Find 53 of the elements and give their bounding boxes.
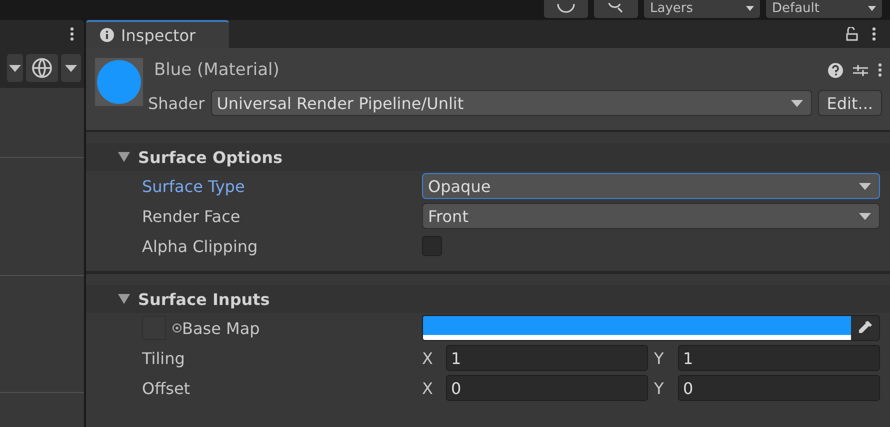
help-icon[interactable] [828, 62, 843, 78]
axis-label: X [422, 378, 434, 398]
expanded-triangle-icon[interactable] [118, 293, 130, 305]
caret-icon [790, 100, 803, 106]
section-title: Surface Inputs [138, 290, 270, 308]
number-field[interactable]: 0 [678, 375, 880, 401]
lock-icon[interactable] [846, 27, 858, 41]
toolbar-dropdown[interactable]: Default [766, 0, 882, 18]
axis-label: Y [654, 378, 665, 398]
shader-dropdown[interactable]: Universal Render Pipeline/Unlit [210, 90, 812, 116]
axis-label: X [422, 348, 434, 368]
target-icon[interactable] [172, 323, 182, 333]
inspector-tab[interactable]: Inspector [86, 20, 229, 48]
gizmo-button[interactable] [26, 54, 58, 82]
dropdown-button[interactable] [7, 54, 23, 82]
search-icon [607, 3, 625, 15]
caret-icon [859, 212, 871, 220]
caret-icon [859, 182, 871, 190]
number-field[interactable]: 1 [678, 345, 880, 371]
section-header[interactable]: Surface Inputs [86, 285, 890, 313]
caret-icon [746, 6, 754, 12]
checkbox[interactable] [422, 236, 442, 256]
property-dropdown[interactable]: Front [422, 203, 880, 229]
number-field[interactable]: 1 [446, 345, 648, 371]
caret-icon [9, 64, 21, 72]
more-icon[interactable] [872, 27, 876, 41]
info-icon [100, 28, 114, 42]
property-label: Offset [142, 378, 192, 398]
dropdown-button[interactable] [61, 54, 81, 82]
property-label: Render Face [142, 206, 242, 226]
search-button[interactable] [594, 0, 638, 18]
shader-label: Shader [148, 94, 205, 112]
history-button[interactable] [544, 0, 588, 18]
property-label: Surface Type [142, 176, 246, 196]
material-title: Blue (Material) [154, 60, 280, 80]
more-icon[interactable] [878, 63, 882, 77]
property-label: Alpha Clipping [142, 236, 259, 256]
edit-button[interactable]: Edit... [818, 90, 882, 116]
axis-label: Y [654, 348, 665, 368]
toolbar-dropdown[interactable]: Layers [644, 0, 760, 18]
sliders-icon[interactable] [853, 62, 868, 78]
expanded-triangle-icon[interactable] [118, 151, 130, 163]
caret-icon [65, 64, 77, 72]
property-label: Tiling [142, 348, 186, 368]
property-dropdown[interactable]: Opaque [422, 173, 880, 199]
property-label: Base Map [182, 318, 260, 338]
section-header[interactable]: Surface Options [86, 143, 890, 171]
eyedropper-icon[interactable] [857, 320, 873, 336]
number-field[interactable]: 0 [446, 375, 648, 401]
caret-icon [868, 6, 876, 12]
section-title: Surface Options [138, 148, 283, 166]
more-icon[interactable] [70, 27, 74, 41]
color-field[interactable] [422, 315, 880, 341]
